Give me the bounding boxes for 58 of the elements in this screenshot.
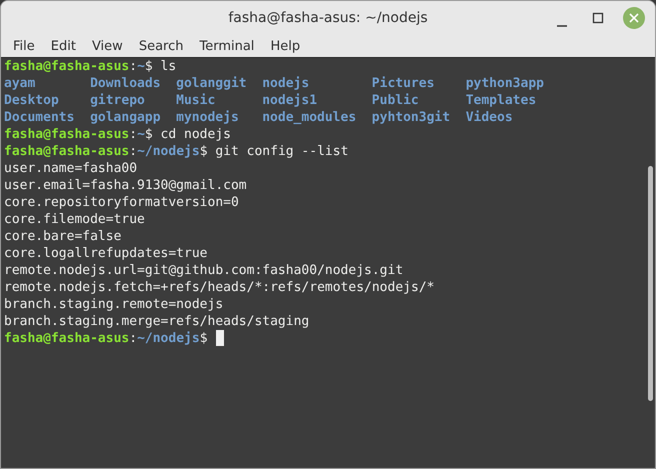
directory-name: mynodejs xyxy=(176,110,239,125)
menu-item[interactable]: Edit xyxy=(42,36,84,56)
directory-name: Music xyxy=(176,93,216,108)
prompt-symbol: $ xyxy=(200,143,208,160)
output-line: user.name=fasha00 xyxy=(4,160,138,177)
directory-name: Desktop xyxy=(4,93,59,108)
directory-name: pyhton3git xyxy=(372,110,450,125)
menu-item[interactable]: Terminal xyxy=(191,36,262,56)
menu-item[interactable]: View xyxy=(84,36,131,56)
scrollbar-thumb[interactable] xyxy=(648,166,653,401)
menu-item[interactable]: Search xyxy=(130,36,192,56)
command-text: cd nodejs xyxy=(160,126,231,143)
minimize-icon xyxy=(557,25,567,27)
prompt-separator: : xyxy=(129,58,138,75)
output-line: core.bare=false xyxy=(4,228,122,245)
menu-item[interactable]: File xyxy=(5,36,43,56)
prompt-separator: : xyxy=(129,143,138,160)
directory-name: golangapp xyxy=(90,110,161,125)
output-line: core.logallrefupdates=true xyxy=(4,245,208,262)
output-line: branch.staging.merge=refs/heads/staging xyxy=(4,313,310,330)
menu-item[interactable]: Help xyxy=(262,36,308,56)
prompt-user: fasha@fasha-asus xyxy=(4,143,130,160)
prompt-symbol: $ xyxy=(200,330,208,347)
directory-name: Videos xyxy=(466,110,513,125)
directory-name: nodejs xyxy=(262,76,310,91)
command-text: ls xyxy=(160,58,176,75)
directory-name: Documents xyxy=(4,110,74,125)
output-line: remote.nodejs.url=git@github.com:fasha00/nodejs.git xyxy=(4,262,404,279)
output-line: core.filemode=true xyxy=(4,211,145,228)
output-line: user.email=fasha.9130@gmail.com xyxy=(4,177,247,194)
directory-name: node_modules xyxy=(262,110,356,125)
close-icon xyxy=(628,12,640,24)
command-text: git config --list xyxy=(214,143,348,160)
directory-name: Pictures xyxy=(372,76,434,91)
directory-name: gitrepo xyxy=(90,93,145,108)
output-line: remote.nodejs.fetch=+refs/heads/*:refs/remotes/nodejs/* xyxy=(4,279,434,296)
prompt-separator: : xyxy=(129,126,138,143)
maximize-icon xyxy=(592,12,604,24)
prompt-path: ~ xyxy=(137,126,145,143)
prompt-path: ~/nodejs xyxy=(137,143,200,160)
output-line: core.repositoryformatversion=0 xyxy=(4,194,239,211)
prompt-symbol: $ xyxy=(144,58,153,75)
directory-name: python3app xyxy=(466,76,544,91)
prompt-path: ~/nodejs xyxy=(137,330,200,347)
window-title: fasha@fasha-asus: ~/nodejs xyxy=(228,10,428,26)
directory-name: Downloads xyxy=(90,76,161,91)
prompt-user: fasha@fasha-asus xyxy=(4,330,130,347)
prompt-separator: : xyxy=(129,330,138,347)
directory-name: nodejs1 xyxy=(262,93,318,108)
prompt-path: ~ xyxy=(137,58,145,75)
prompt-user: fasha@fasha-asus xyxy=(4,58,130,75)
prompt-symbol: $ xyxy=(144,126,153,143)
prompt-user: fasha@fasha-asus xyxy=(4,126,130,143)
output-line: branch.staging.remote=nodejs xyxy=(4,296,224,313)
directory-name: golanggit xyxy=(176,76,247,91)
directory-name: Public xyxy=(372,93,419,108)
directory-name: Templates xyxy=(466,93,536,108)
directory-name: ayam xyxy=(4,76,36,91)
